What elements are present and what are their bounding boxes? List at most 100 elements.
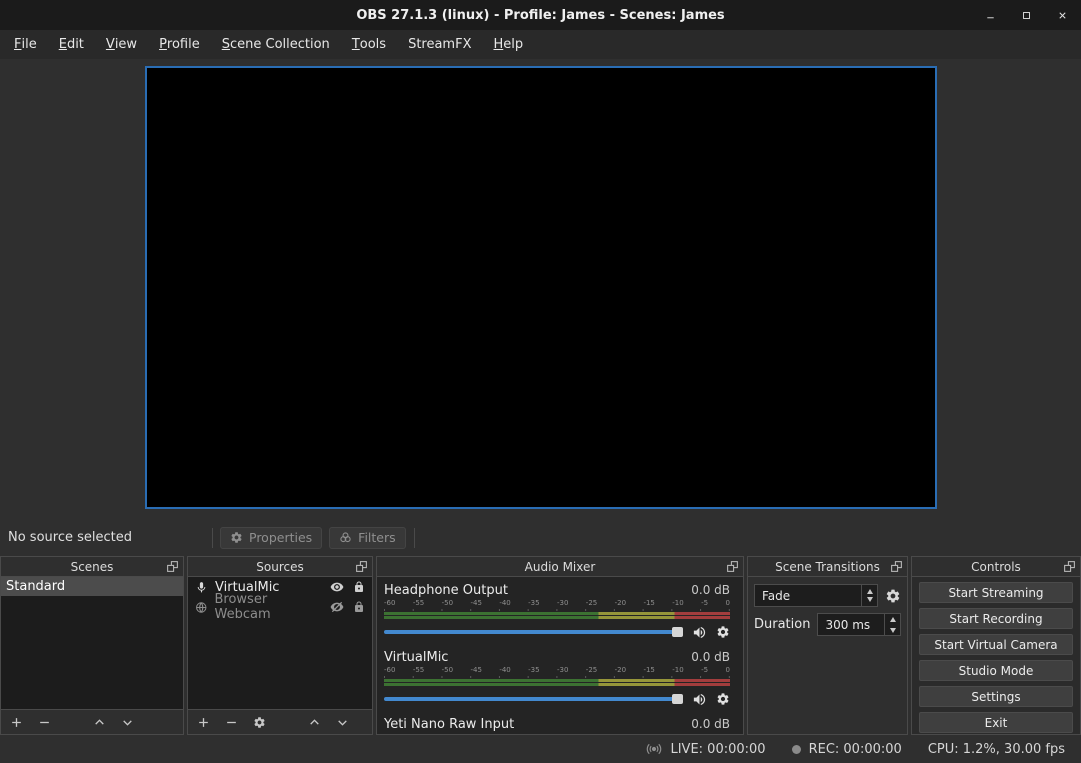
channel-name: VirtualMic: [384, 650, 448, 665]
add-source-button[interactable]: [197, 716, 210, 729]
scenes-dock-title: Scenes: [71, 560, 114, 574]
visibility-toggle[interactable]: [330, 580, 344, 594]
start-streaming-button[interactable]: Start Streaming: [919, 582, 1073, 603]
settings-button[interactable]: Settings: [919, 686, 1073, 707]
filters-button[interactable]: Filters: [329, 527, 405, 549]
menu-streamfx[interactable]: StreamFX: [397, 30, 482, 59]
volume-slider[interactable]: [384, 630, 683, 634]
slider-handle[interactable]: [672, 627, 683, 637]
slider-handle[interactable]: [672, 694, 683, 704]
properties-button[interactable]: Properties: [220, 527, 322, 549]
visibility-toggle[interactable]: [330, 600, 344, 614]
scenes-dock: Scenes Standard: [0, 556, 184, 735]
rec-status: REC: 00:00:00: [792, 742, 902, 757]
remove-scene-button[interactable]: [38, 716, 51, 729]
plus-icon: [197, 716, 210, 729]
popout-icon[interactable]: [355, 560, 368, 573]
controls-dock-header[interactable]: Controls: [912, 557, 1080, 577]
duration-spinbox[interactable]: 300 ms: [817, 613, 901, 636]
maximize-icon: [1021, 10, 1032, 21]
scenes-toolbar: [1, 709, 183, 734]
menu-view[interactable]: View: [95, 30, 148, 59]
gear-icon: [716, 692, 730, 706]
menu-file[interactable]: File: [3, 30, 48, 59]
duration-value: 300 ms: [825, 618, 870, 632]
controls-dock: Controls Start Streaming Start Recording…: [911, 556, 1081, 735]
channel-settings-button[interactable]: [716, 625, 730, 639]
popout-icon[interactable]: [166, 560, 179, 573]
gear-icon: [885, 588, 901, 604]
popout-icon[interactable]: [1063, 560, 1076, 573]
scene-transitions-dock-header[interactable]: Scene Transitions: [748, 557, 907, 577]
mute-button[interactable]: [692, 625, 707, 640]
audio-mixer-dock-header[interactable]: Audio Mixer: [377, 557, 743, 577]
menu-help[interactable]: Help: [482, 30, 534, 59]
lock-icon: [353, 601, 365, 613]
popout-icon[interactable]: [890, 560, 903, 573]
chevron-up-icon: [93, 716, 106, 729]
menu-edit[interactable]: Edit: [48, 30, 95, 59]
remove-source-button[interactable]: [225, 716, 238, 729]
preview-canvas[interactable]: [145, 66, 937, 509]
volume-meter: [384, 616, 730, 619]
add-scene-button[interactable]: [10, 716, 23, 729]
start-virtual-camera-button[interactable]: Start Virtual Camera: [919, 634, 1073, 655]
window-controls: [983, 0, 1069, 30]
source-item-browser-webcam[interactable]: Browser Webcam: [188, 597, 372, 617]
mute-button[interactable]: [692, 692, 707, 707]
move-source-up-button[interactable]: [308, 716, 321, 729]
minus-icon: [38, 716, 51, 729]
menu-tools[interactable]: Tools: [341, 30, 397, 59]
globe-icon: [195, 601, 207, 614]
volume-slider[interactable]: [384, 697, 683, 701]
duration-increase-button[interactable]: [890, 615, 896, 623]
no-source-selected-text: No source selected: [8, 530, 132, 545]
channel-settings-button[interactable]: [716, 692, 730, 706]
sources-dock-header[interactable]: Sources: [188, 557, 372, 577]
volume-meter: [384, 612, 730, 615]
chevron-up-icon: [308, 716, 321, 729]
close-button[interactable]: [1055, 8, 1069, 22]
filters-label: Filters: [358, 530, 395, 545]
lock-icon: [353, 581, 365, 593]
menu-profile[interactable]: Profile: [148, 30, 211, 59]
scene-item-standard[interactable]: Standard: [1, 577, 183, 596]
minimize-button[interactable]: [983, 8, 997, 22]
duration-decrease-button[interactable]: [890, 626, 896, 634]
scene-transitions-dock: Scene Transitions Fade Duration 300 ms: [747, 556, 908, 735]
controls-body: Start Streaming Start Recording Start Vi…: [912, 577, 1080, 734]
chevron-down-icon: [121, 716, 134, 729]
exit-button[interactable]: Exit: [919, 712, 1073, 733]
lock-toggle[interactable]: [353, 601, 365, 613]
maximize-button[interactable]: [1019, 8, 1033, 22]
transition-properties-button[interactable]: [885, 588, 901, 604]
move-scene-up-button[interactable]: [93, 716, 106, 729]
spinner-down-icon: [867, 597, 873, 602]
lock-toggle[interactable]: [353, 581, 365, 593]
move-source-down-button[interactable]: [336, 716, 349, 729]
eye-slash-icon: [330, 600, 344, 614]
meter-scale: -60-55-50-45-40-35-30-25-20-15-10-50: [384, 733, 730, 734]
scenes-dock-header[interactable]: Scenes: [1, 557, 183, 577]
source-properties-button[interactable]: [253, 716, 266, 729]
audio-mixer-body: Headphone Output 0.0 dB -60-55-50-45-40-…: [377, 577, 743, 734]
spinner-down-icon: [890, 628, 896, 633]
studio-mode-button[interactable]: Studio Mode: [919, 660, 1073, 681]
menu-scene-collection[interactable]: Scene Collection: [211, 30, 341, 59]
cpu-stats: CPU: 1.2%, 30.00 fps: [928, 742, 1065, 757]
popout-icon[interactable]: [726, 560, 739, 573]
window-title: OBS 27.1.3 (linux) - Profile: James - Sc…: [356, 8, 724, 23]
plus-icon: [10, 716, 23, 729]
spinner-up-icon: [867, 589, 873, 594]
statusbar: LIVE: 00:00:00 REC: 00:00:00 CPU: 1.2%, …: [0, 735, 1081, 763]
meter-scale: -60-55-50-45-40-35-30-25-20-15-10-50: [384, 666, 730, 675]
move-scene-down-button[interactable]: [121, 716, 134, 729]
channel-name: Yeti Nano Raw Input: [384, 717, 514, 732]
start-recording-button[interactable]: Start Recording: [919, 608, 1073, 629]
gear-icon: [253, 716, 266, 729]
titlebar: OBS 27.1.3 (linux) - Profile: James - Sc…: [0, 0, 1081, 30]
menubar: File Edit View Profile Scene Collection …: [0, 30, 1081, 59]
transition-select[interactable]: Fade: [754, 584, 878, 607]
spinner-up-icon: [890, 617, 896, 622]
transition-selected-value: Fade: [762, 589, 790, 603]
